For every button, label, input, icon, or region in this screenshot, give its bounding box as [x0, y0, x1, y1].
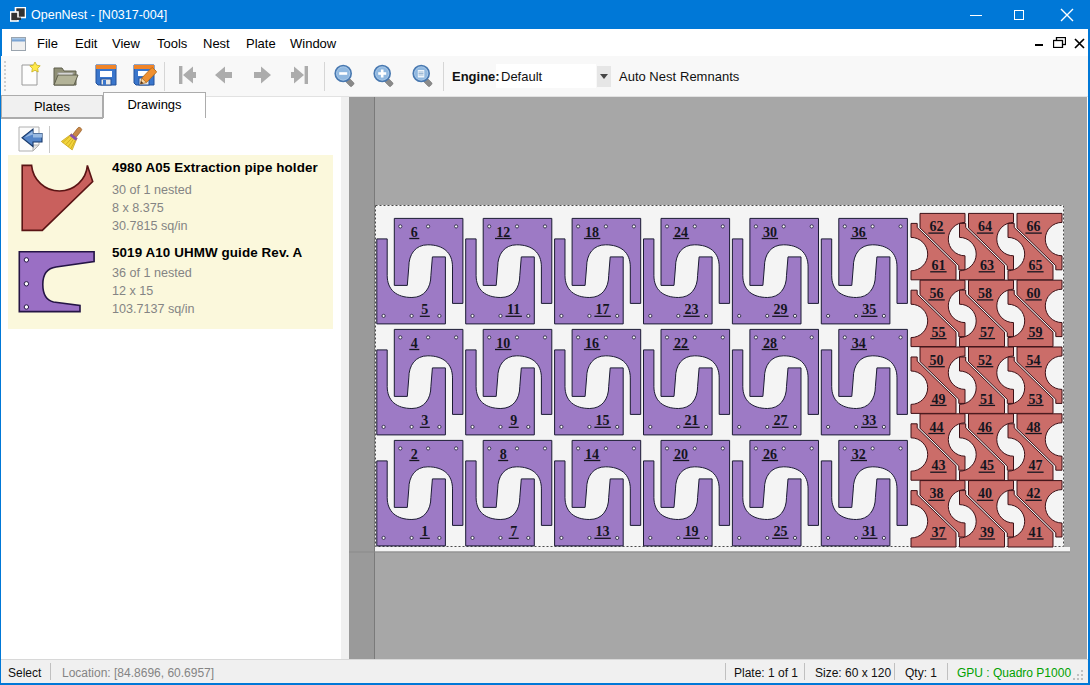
svg-text:10: 10 [496, 336, 510, 351]
svg-text:49: 49 [931, 392, 945, 407]
svg-text:2: 2 [411, 447, 418, 462]
svg-text:64: 64 [978, 219, 992, 234]
svg-text:30: 30 [763, 225, 777, 240]
svg-text:16: 16 [585, 336, 599, 351]
svg-text:58: 58 [978, 286, 992, 301]
svg-text:46: 46 [978, 420, 992, 435]
svg-text:54: 54 [1027, 353, 1041, 368]
svg-text:32: 32 [852, 447, 866, 462]
svg-text:37: 37 [931, 525, 945, 540]
svg-text:33: 33 [862, 414, 876, 429]
svg-text:48: 48 [1027, 420, 1041, 435]
svg-text:15: 15 [596, 414, 610, 429]
svg-text:22: 22 [674, 336, 688, 351]
svg-text:62: 62 [930, 219, 944, 234]
svg-text:59: 59 [1028, 325, 1042, 340]
svg-text:11: 11 [507, 303, 520, 318]
svg-text:26: 26 [763, 447, 777, 462]
svg-text:12: 12 [496, 225, 510, 240]
svg-text:36: 36 [852, 225, 866, 240]
svg-text:45: 45 [980, 458, 994, 473]
svg-text:53: 53 [1028, 392, 1042, 407]
svg-text:29: 29 [773, 303, 787, 318]
svg-text:38: 38 [930, 487, 944, 502]
svg-text:28: 28 [763, 336, 777, 351]
svg-text:7: 7 [510, 525, 517, 540]
svg-text:4: 4 [411, 336, 418, 351]
svg-text:55: 55 [931, 325, 945, 340]
svg-text:27: 27 [773, 414, 787, 429]
svg-text:50: 50 [930, 353, 944, 368]
svg-text:42: 42 [1027, 487, 1041, 502]
svg-text:47: 47 [1028, 458, 1042, 473]
svg-text:51: 51 [980, 392, 994, 407]
svg-text:24: 24 [674, 225, 688, 240]
svg-text:61: 61 [931, 258, 945, 273]
svg-text:14: 14 [585, 447, 599, 462]
svg-text:40: 40 [978, 487, 992, 502]
svg-text:1: 1 [421, 525, 428, 540]
svg-text:39: 39 [980, 525, 994, 540]
svg-text:56: 56 [930, 286, 944, 301]
svg-text:34: 34 [852, 336, 866, 351]
svg-text:66: 66 [1027, 219, 1041, 234]
svg-text:31: 31 [862, 525, 876, 540]
svg-text:9: 9 [510, 414, 517, 429]
svg-text:65: 65 [1028, 258, 1042, 273]
svg-text:13: 13 [596, 525, 610, 540]
svg-text:63: 63 [980, 258, 994, 273]
svg-text:19: 19 [685, 525, 699, 540]
svg-text:3: 3 [421, 414, 428, 429]
svg-text:20: 20 [674, 447, 688, 462]
svg-text:35: 35 [862, 303, 876, 318]
svg-text:21: 21 [685, 414, 699, 429]
svg-text:6: 6 [411, 225, 418, 240]
svg-text:52: 52 [978, 353, 992, 368]
svg-text:57: 57 [980, 325, 994, 340]
svg-text:17: 17 [596, 303, 610, 318]
svg-text:18: 18 [585, 225, 599, 240]
svg-text:44: 44 [930, 420, 944, 435]
svg-text:5: 5 [421, 303, 428, 318]
svg-text:8: 8 [500, 447, 507, 462]
svg-text:25: 25 [773, 525, 787, 540]
svg-text:23: 23 [685, 303, 699, 318]
svg-text:41: 41 [1028, 525, 1042, 540]
svg-text:60: 60 [1027, 286, 1041, 301]
svg-text:43: 43 [931, 458, 945, 473]
